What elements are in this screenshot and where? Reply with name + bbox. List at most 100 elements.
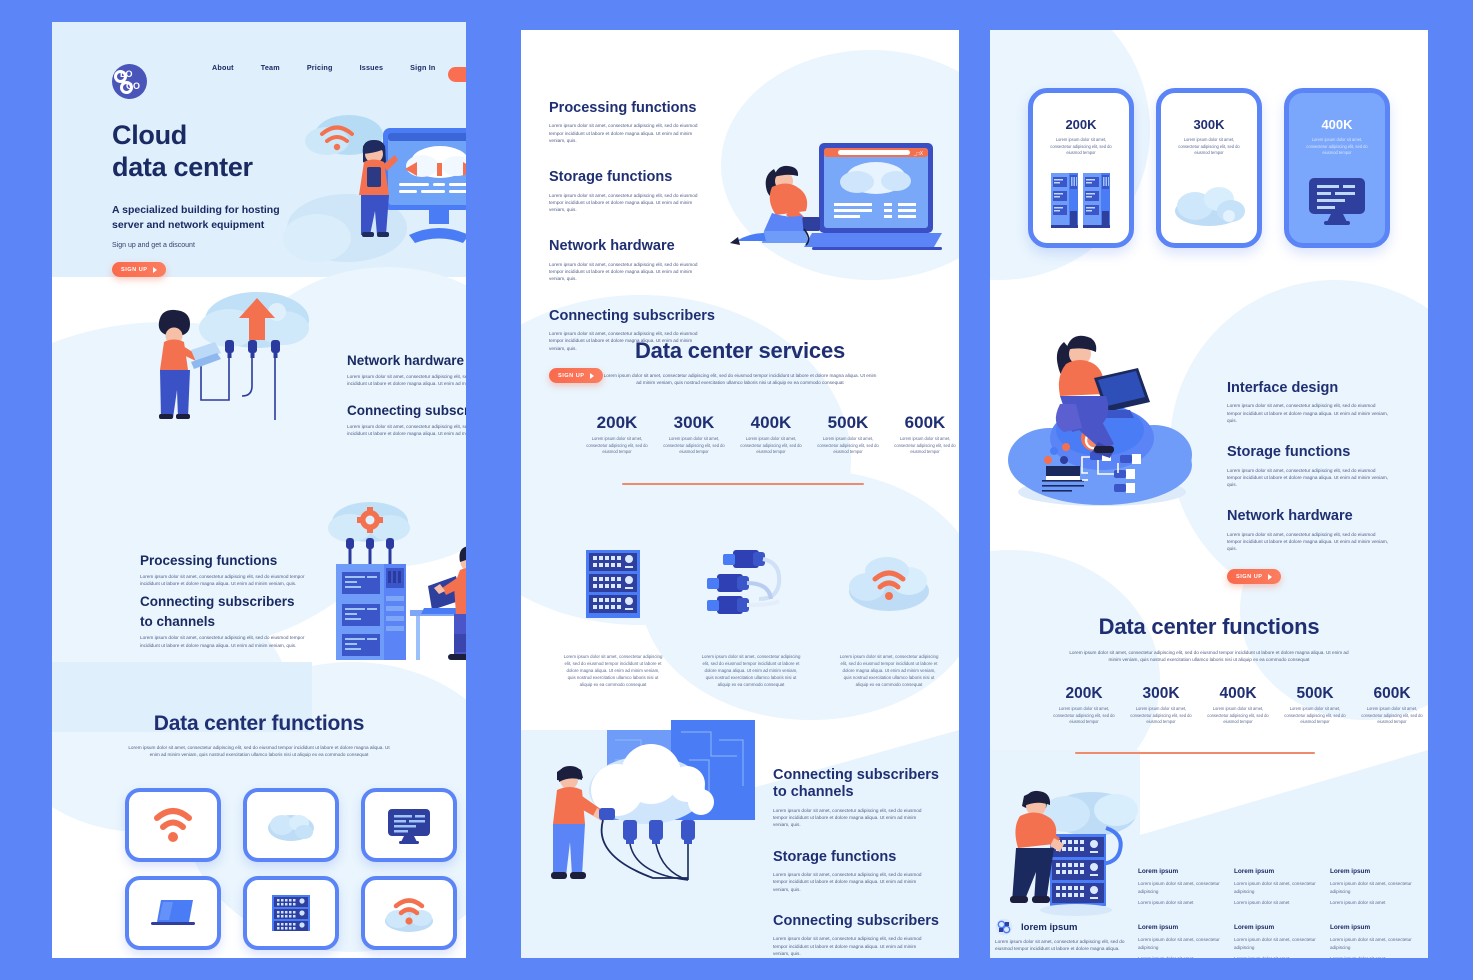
- logo-text-top: LO: [120, 69, 133, 79]
- network-cables-icon: [689, 545, 813, 623]
- nav-item-about[interactable]: About: [212, 63, 234, 72]
- services-heading-block: Data center services Lorem ipsum dolor s…: [521, 338, 959, 387]
- phone-value: 300K: [1193, 117, 1225, 132]
- nav-item-issues[interactable]: Issues: [360, 63, 384, 72]
- footer-link[interactable]: Lorem ipsum dolor sit amet, consectetur …: [1234, 936, 1316, 951]
- stat-500k: 500K Lorem ipsum dolor sit amet, consect…: [1279, 685, 1351, 726]
- nav-item-pricing[interactable]: Pricing: [307, 63, 333, 72]
- phone-card-400k[interactable]: 400K Lorem ipsum dolor sit amet, consect…: [1284, 88, 1390, 248]
- hero-signup-button[interactable]: SIGN UP: [112, 262, 166, 278]
- feature-title: Network hardware: [347, 353, 465, 368]
- stat-200k: 200K Lorem ipsum dolor sit amet, consect…: [1048, 685, 1120, 726]
- hero-subtitle-line1: A specialized building for hosting: [112, 203, 280, 216]
- phone-desc: Lorem ipsum dolor sit amet, consectetur …: [1178, 137, 1240, 156]
- feature-desc: Lorem ipsum dolor sit amet, consectetur …: [549, 261, 698, 282]
- card-desc: Lorem ipsum dolor sit amet, consectetur …: [701, 654, 801, 688]
- stat-value: 400K: [1219, 685, 1257, 702]
- section-title: Data center functions: [153, 712, 365, 735]
- phone-value: 400K: [1321, 117, 1353, 132]
- feature-title: Network hardware: [549, 238, 675, 255]
- stat-500k: 500K Lorem ipsum dolor sit amet, consect…: [812, 413, 884, 456]
- right-functions-heading: Data center functions Lorem ipsum dolor …: [990, 614, 1428, 664]
- hero-copy: Cloud data center A specialized building…: [112, 120, 280, 278]
- footer-link[interactable]: Lorem ipsum dolor sit amet, consectetur …: [1138, 936, 1220, 951]
- feature-title: Connecting subscribers: [549, 307, 715, 324]
- service-card-cloud-wifi[interactable]: Lorem ipsum dolor sit amet, consectetur …: [827, 545, 951, 688]
- function-card-cloud-wifi[interactable]: [361, 876, 457, 950]
- services-stats-row: 200K Lorem ipsum dolor sit amet, consect…: [581, 413, 959, 456]
- cloud-cables-illustration: [551, 720, 755, 881]
- function-icons-grid: [125, 788, 457, 950]
- footer-column-title: Lorem ipsum: [1138, 924, 1179, 931]
- footer-link[interactable]: Lorem ipsum dolor sit amet: [1330, 955, 1412, 958]
- footer-link[interactable]: Lorem ipsum dolor sit amet: [1138, 955, 1220, 958]
- phone-card-200k[interactable]: 200K Lorem ipsum dolor sit amet, consect…: [1028, 88, 1134, 248]
- footer-column-title: Lorem ipsum: [1138, 868, 1179, 875]
- get-now-button[interactable]: Get Now: [448, 67, 466, 82]
- stat-desc: Lorem ipsum dolor sit amet, consectetur …: [1207, 706, 1269, 725]
- play-arrow-icon: [1267, 573, 1272, 580]
- nav-item-signin[interactable]: Sign In: [410, 63, 435, 72]
- phone-card-300k[interactable]: 300K Lorem ipsum dolor sit amet, consect…: [1156, 88, 1262, 248]
- footer-brand-desc: Lorem ipsum dolor sit amet, consectetur …: [995, 939, 1125, 952]
- stat-400k: 400K Lorem ipsum dolor sit amet, consect…: [1202, 685, 1274, 726]
- feature-desc: Lorem ipsum dolor sit amet, consectetur …: [549, 192, 698, 213]
- feature-desc: Lorem ipsum dolor sit amet, consectetur …: [773, 807, 922, 828]
- stat-desc: Lorem ipsum dolor sit amet, consectetur …: [740, 436, 802, 455]
- stat-desc: Lorem ipsum dolor sit amet, consectetur …: [663, 436, 725, 455]
- function-card-laptop[interactable]: [125, 876, 221, 950]
- network-illustration: [158, 292, 309, 420]
- cloud-wifi-icon: [827, 545, 951, 623]
- footer-link[interactable]: Lorem ipsum dolor sit amet, consectetur …: [1234, 880, 1316, 895]
- landing-page-left: LO GO About Team Pricing Issues Sign In …: [52, 22, 466, 958]
- footer-brand[interactable]: lorem ipsum: [995, 918, 1078, 936]
- service-card-cables[interactable]: Lorem ipsum dolor sit amet, consectetur …: [689, 545, 813, 688]
- stat-value: 200K: [596, 413, 638, 432]
- footer-link[interactable]: Lorem ipsum dolor sit amet: [1330, 899, 1412, 907]
- server-racks-icon: [1033, 171, 1129, 229]
- footer-column-5: Lorem ipsum Lorem ipsum dolor sit amet, …: [1234, 924, 1330, 958]
- footer-link-columns: Lorem ipsum Lorem ipsum dolor sit amet, …: [1138, 868, 1426, 958]
- phone-value: 200K: [1065, 117, 1097, 132]
- footer-link[interactable]: Lorem ipsum dolor sit amet, consectetur …: [1330, 936, 1412, 951]
- feature-connecting-subscribers: Connecting subscribers Lorem ipsum dolor…: [347, 403, 466, 438]
- footer-link[interactable]: Lorem ipsum dolor sit amet: [1234, 955, 1316, 958]
- logo[interactable]: LO GO: [112, 64, 147, 99]
- cloud-wifi-icon: [383, 893, 435, 933]
- monitor-icon: [385, 805, 433, 845]
- mid-feature-network: Network hardware Lorem ipsum dolor sit a…: [549, 238, 715, 282]
- function-card-monitor[interactable]: [361, 788, 457, 862]
- right-feature-network: Network hardware Lorem ipsum dolor sit a…: [1227, 508, 1390, 552]
- footer-link[interactable]: Lorem ipsum dolor sit amet: [1138, 899, 1220, 907]
- server-room-illustration: [328, 502, 466, 660]
- feature-title: Storage functions: [1227, 444, 1351, 461]
- hero-subtitle-line2: server and network equipment: [112, 218, 265, 231]
- feature-desc: Lorem ipsum dolor sit amet, consectetur …: [773, 936, 922, 956]
- svg-text:_□X: _□X: [913, 151, 924, 157]
- service-card-server[interactable]: Lorem ipsum dolor sit amet, consectetur …: [551, 545, 675, 688]
- feature-desc: Lorem ipsum dolor sit amet, consectetur …: [549, 123, 698, 143]
- footer-column-6: Lorem ipsum Lorem ipsum dolor sit amet, …: [1330, 924, 1426, 958]
- right-signup-button[interactable]: SIGN UP: [1227, 569, 1281, 585]
- hero-illustration: _ O X: [283, 115, 466, 262]
- footer-link[interactable]: Lorem ipsum dolor sit amet, consectetur …: [1138, 880, 1220, 895]
- stat-600k: 600K Lorem ipsum dolor sit amet, consect…: [889, 413, 959, 456]
- hero-title-line2: data center: [112, 151, 253, 182]
- card-desc: Lorem ipsum dolor sit amet, consectetur …: [563, 654, 663, 688]
- laptop-icon: [147, 896, 199, 930]
- nav-item-team[interactable]: Team: [261, 63, 280, 72]
- footer-link[interactable]: Lorem ipsum dolor sit amet: [1234, 899, 1316, 907]
- cloud-icon: [1161, 181, 1257, 227]
- function-card-server-rack[interactable]: [243, 876, 339, 950]
- footer-link[interactable]: Lorem ipsum dolor sit amet, consectetur …: [1330, 880, 1412, 895]
- function-card-cloud[interactable]: [243, 788, 339, 862]
- feature-title: Interface design: [1227, 380, 1339, 396]
- stat-desc: Lorem ipsum dolor sit amet, consectetur …: [1361, 706, 1423, 725]
- stat-value: 600K: [1373, 685, 1411, 702]
- section-desc: Lorem ipsum dolor sit amet, consectetur …: [1069, 650, 1349, 663]
- bottom-feature-connecting-channels: Connecting subscribers to channels Lorem…: [773, 767, 939, 829]
- hero-note: Sign up and get a discount: [112, 242, 195, 250]
- function-card-wifi[interactable]: [125, 788, 221, 862]
- feature-desc: Lorem ipsum dolor sit amet, consectetur …: [140, 635, 305, 648]
- stat-value: 400K: [750, 413, 792, 432]
